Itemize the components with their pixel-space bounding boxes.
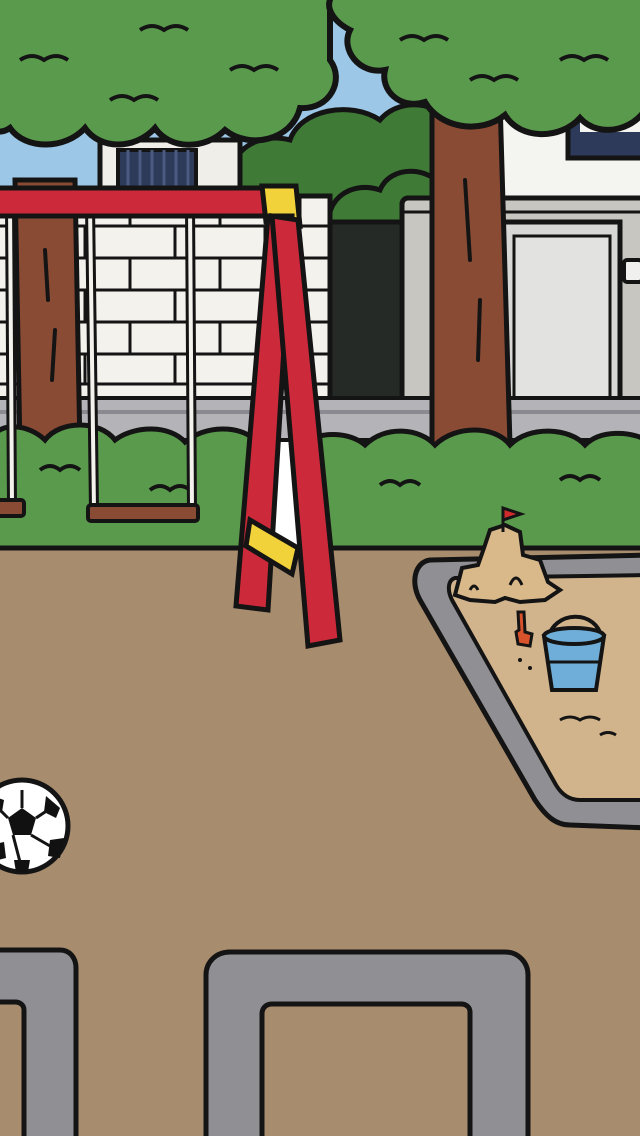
swing-seat-right[interactable] [86,503,200,523]
tree-canopy-left [0,0,339,148]
soccer-ball-icon[interactable] [0,777,71,875]
playground-scene [0,0,640,1136]
tree-trunk-left [12,177,83,453]
door[interactable] [497,219,623,405]
tree-trunk-right [429,87,513,448]
playground-illustration [0,0,640,1136]
swing-seat-left[interactable] [0,498,26,518]
door-handle[interactable] [622,258,640,284]
